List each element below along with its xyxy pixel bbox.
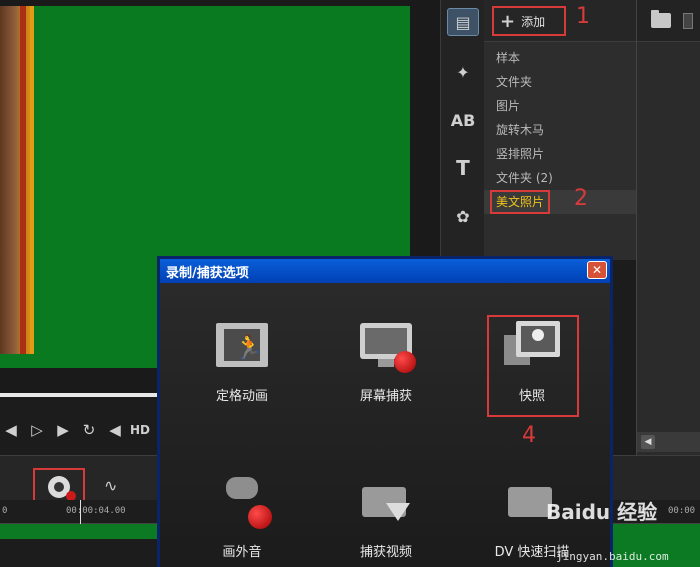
capture-video-icon — [356, 473, 416, 529]
stop-motion-icon: 🏃 — [212, 317, 272, 373]
browser-toolbar — [637, 0, 700, 42]
hd-button[interactable]: HD — [130, 423, 150, 437]
screen-capture-icon — [356, 317, 416, 373]
end-icon[interactable]: ▶ — [52, 421, 74, 439]
scroll-left-icon[interactable]: ◀ — [641, 435, 655, 449]
repeat-icon[interactable]: ↻ — [78, 421, 100, 439]
library-toolbar: + 添加 1 — [484, 0, 636, 42]
dialog-title-bar: 录制/捕获选项 — [160, 259, 610, 283]
library-item-selected-label: 美文照片 — [490, 190, 551, 214]
track-header — [0, 539, 160, 567]
option-label: 屏幕捕获 — [359, 389, 412, 404]
folder-icon[interactable] — [651, 10, 671, 28]
ruler-tick: 00:00 — [668, 506, 696, 516]
library-item[interactable]: 图片 — [484, 94, 636, 118]
library-item-selected[interactable]: 美文照片 — [484, 190, 636, 214]
voiceover-icon — [212, 473, 272, 529]
library-item[interactable]: 竖排照片 — [484, 142, 636, 166]
transport-controls: ◀ ▷ ▶ ↻ ◀ HD — [0, 413, 160, 447]
preview-scrubber[interactable] — [0, 393, 158, 397]
horizontal-scrollbar[interactable]: ◀ — [637, 432, 700, 452]
title-tab-icon[interactable]: T — [447, 154, 479, 182]
watermark-logo: Baidu 经验 — [546, 500, 658, 524]
library-item[interactable]: 样本 — [484, 46, 636, 70]
app-window: ◀ ▷ ▶ ↻ ◀ HD ▤ ✦ AB T ✿ + 添加 1 样本 文件夹 图片… — [0, 0, 700, 567]
view-toggle-icon[interactable] — [683, 12, 693, 29]
record-capture-dialog: 录制/捕获选项 ✕ 🏃 定格动画 屏幕捕获 快照 4 画外音 捕获视频 DV 快… — [157, 256, 613, 567]
ruler-tick: 0 — [2, 506, 8, 516]
option-capture-video[interactable]: 捕获视频 — [336, 473, 436, 560]
transition-tab-icon[interactable]: AB — [447, 106, 479, 134]
playhead[interactable] — [80, 500, 81, 524]
option-stop-motion[interactable]: 🏃 定格动画 — [192, 317, 292, 404]
media-browser-panel: ◀ — [636, 0, 700, 455]
dialog-body: 🏃 定格动画 屏幕捕获 快照 4 画外音 捕获视频 DV 快速扫描 — [160, 283, 610, 567]
prev-frame-icon[interactable]: ◀ — [0, 421, 22, 439]
plus-icon: + — [500, 10, 516, 32]
add-folder-label: 添加 — [521, 14, 546, 29]
preview-photo — [0, 6, 34, 354]
library-item[interactable]: 文件夹 (2) — [484, 166, 636, 190]
option-voiceover[interactable]: 画外音 — [192, 473, 292, 560]
annotation-1: 1 — [576, 4, 590, 29]
dialog-close-button[interactable]: ✕ — [587, 261, 607, 279]
snapshot-highlight — [487, 315, 579, 417]
library-side-tabs: ▤ ✦ AB T ✿ — [440, 0, 484, 260]
watermark-url: jingyan.baidu.com — [556, 550, 669, 563]
option-label: 定格动画 — [215, 389, 268, 404]
library-folder-list: 样本 文件夹 图片 旋转木马 竖排照片 文件夹 (2) 美文照片 — [484, 46, 636, 214]
volume-icon[interactable]: ◀ — [104, 421, 126, 439]
option-label: 画外音 — [222, 545, 262, 560]
library-item[interactable]: 文件夹 — [484, 70, 636, 94]
annotation-4: 4 — [522, 423, 536, 448]
fx-tab-icon[interactable]: ✦ — [447, 58, 479, 86]
sound-mixer-icon[interactable]: ∿ — [104, 476, 132, 498]
add-folder-button[interactable]: + 添加 — [492, 6, 566, 36]
dialog-title: 录制/捕获选项 — [166, 265, 249, 281]
film-reel-record-icon — [48, 476, 76, 501]
option-label: 捕获视频 — [359, 545, 412, 560]
graphic-tab-icon[interactable]: ✿ — [447, 202, 479, 230]
library-item[interactable]: 旋转木马 — [484, 118, 636, 142]
option-screen-capture[interactable]: 屏幕捕获 — [336, 317, 436, 404]
library-panel: + 添加 1 样本 文件夹 图片 旋转木马 竖排照片 文件夹 (2) 美文照片 … — [484, 0, 636, 260]
annotation-2: 2 — [574, 186, 588, 211]
next-frame-icon[interactable]: ▷ — [26, 421, 48, 439]
media-tab-icon[interactable]: ▤ — [447, 8, 479, 36]
ruler-tick: 00:00:04.00 — [66, 506, 126, 516]
